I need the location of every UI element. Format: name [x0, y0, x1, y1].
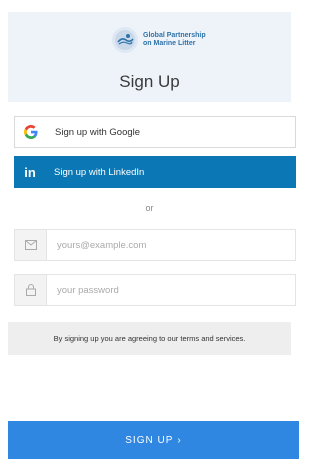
gpml-logo-text: Global Partnership on Marine Litter	[143, 32, 206, 48]
google-icon	[15, 117, 47, 147]
linkedin-signup-button[interactable]: in Sign up with LinkedIn	[14, 156, 296, 188]
linkedin-signup-label: Sign up with LinkedIn	[54, 166, 145, 178]
terms-text: By signing up you are agreeing to our te…	[53, 334, 246, 343]
terms-notice: By signing up you are agreeing to our te…	[8, 322, 291, 355]
sign-up-label: SIGN UP	[125, 434, 174, 446]
password-field	[14, 274, 296, 306]
google-signup-label: Sign up with Google	[55, 126, 141, 138]
logo-line-2: on Marine Litter	[143, 40, 196, 47]
or-divider: or	[145, 203, 154, 213]
password-input[interactable]	[57, 275, 287, 305]
sign-up-button[interactable]: SIGN UP ›	[8, 421, 299, 459]
email-field	[14, 229, 296, 261]
linkedin-icon-text: in	[24, 164, 36, 180]
logo-line-1: Global Partnership	[143, 32, 206, 39]
lock-icon	[15, 275, 47, 305]
email-icon	[15, 230, 47, 260]
email-input[interactable]	[57, 230, 287, 260]
linkedin-icon: in	[14, 156, 46, 188]
gpml-logo: Global Partnership on Marine Litter	[112, 27, 206, 53]
header-panel: Global Partnership on Marine Litter Sign…	[8, 12, 291, 102]
chevron-right-icon: ›	[177, 434, 182, 446]
google-signup-button[interactable]: Sign up with Google	[14, 116, 296, 148]
page-title: Sign Up	[119, 72, 180, 91]
gpml-logo-icon	[112, 27, 138, 53]
